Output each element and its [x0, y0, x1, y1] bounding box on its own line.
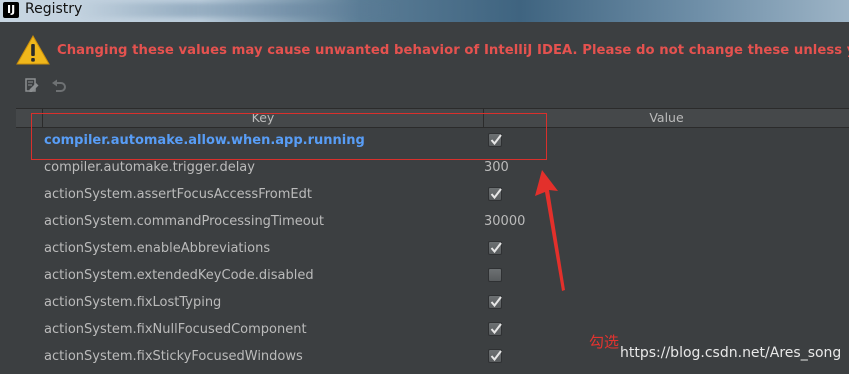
- table-row[interactable]: actionSystem.fixLostTyping: [16, 289, 849, 316]
- red-arrow-annotation: [535, 170, 565, 291]
- registry-key: actionSystem.extendedKeyCode.disabled: [44, 268, 314, 283]
- value-checkbox-checked[interactable]: [488, 187, 502, 201]
- blurred-title-region: [80, 3, 400, 17]
- watermark: https://blog.csdn.net/Ares_song: [620, 345, 842, 361]
- value-text[interactable]: 30000: [484, 208, 525, 235]
- value-checkbox-checked[interactable]: [488, 322, 502, 336]
- registry-key: actionSystem.fixNullFocusedComponent: [44, 322, 307, 337]
- edit-icon[interactable]: [25, 78, 39, 93]
- highlight-box: [31, 113, 547, 160]
- value-checkbox-unchecked[interactable]: [488, 268, 502, 282]
- value-checkbox-checked[interactable]: [488, 241, 502, 255]
- window-title: Registry: [25, 1, 83, 17]
- annotation-note: 勾选: [589, 333, 620, 351]
- revert-icon[interactable]: [51, 79, 67, 93]
- value-checkbox-checked[interactable]: [488, 349, 502, 363]
- table-row[interactable]: actionSystem.commandProcessingTimeout 300…: [16, 208, 849, 235]
- registry-key: actionSystem.fixStickyFocusedWindows: [44, 349, 303, 364]
- table-body: compiler.automake.allow.when.app.running…: [16, 127, 849, 370]
- registry-key: actionSystem.commandProcessingTimeout: [44, 214, 325, 229]
- registry-key: actionSystem.assertFocusAccessFromEdt: [44, 187, 312, 202]
- value-checkbox-checked[interactable]: [488, 295, 502, 309]
- table-row[interactable]: actionSystem.assertFocusAccessFromEdt: [16, 181, 849, 208]
- warning-icon: [16, 35, 50, 65]
- registry-window: IJ Registry Changing these values may ca…: [0, 0, 849, 374]
- registry-key: actionSystem.fixLostTyping: [44, 295, 222, 310]
- table-row[interactable]: actionSystem.enableAbbreviations: [16, 235, 849, 262]
- warning-message: Changing these values may cause unwanted…: [57, 43, 849, 58]
- table-row[interactable]: actionSystem.extendedKeyCode.disabled: [16, 262, 849, 289]
- intellij-app-icon: IJ: [3, 2, 19, 18]
- registry-key: actionSystem.enableAbbreviations: [44, 241, 271, 256]
- title-bar[interactable]: IJ Registry: [0, 0, 849, 22]
- table-row[interactable]: actionSystem.fixNullFocusedComponent: [16, 316, 849, 343]
